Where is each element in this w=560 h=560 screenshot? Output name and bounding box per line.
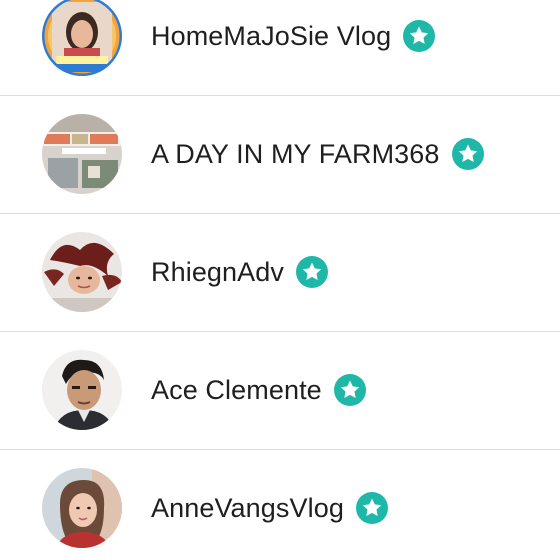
avatar-homemajosie — [42, 0, 122, 76]
star-badge-icon — [296, 256, 328, 288]
avatar — [42, 232, 122, 312]
avatar-ace-clemente — [42, 350, 122, 430]
channel-name: HomeMaJoSie Vlog — [151, 20, 392, 51]
avatar — [42, 468, 122, 548]
avatar-annevangsvlog — [42, 468, 122, 548]
avatar — [42, 350, 122, 430]
channel-name: Ace Clemente — [151, 374, 322, 405]
avatar-rhiegnadv — [42, 232, 122, 312]
star-badge-icon — [355, 492, 388, 524]
channel-name: RhiegnAdv — [151, 256, 284, 287]
channel-name: A DAY IN MY FARM368 — [151, 138, 440, 169]
list-item[interactable]: AnneVangsVlog — [0, 449, 560, 560]
avatar-a-day-in-my-farm — [42, 114, 122, 194]
list-item[interactable]: HomeMaJoSie Vlog — [0, 0, 560, 95]
creator-list: HomeMaJoSie Vlog A DAY IN MY FARM368 Rhi… — [0, 0, 560, 560]
avatar — [42, 114, 122, 194]
list-item[interactable]: RhiegnAdv — [0, 213, 560, 331]
list-item[interactable]: Ace Clemente — [0, 331, 560, 449]
star-badge-icon — [451, 138, 484, 170]
star-badge-icon — [333, 374, 366, 406]
star-badge-icon — [403, 20, 436, 52]
list-item[interactable]: A DAY IN MY FARM368 — [0, 95, 560, 213]
channel-name: AnneVangsVlog — [151, 492, 344, 523]
avatar — [42, 0, 122, 76]
